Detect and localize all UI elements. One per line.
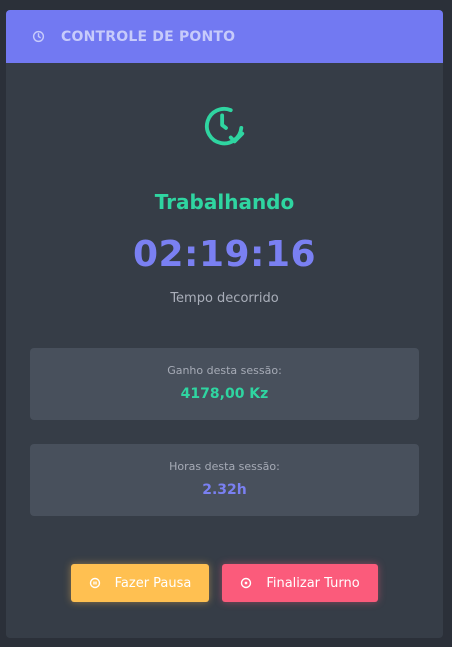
session-earnings-value: 4178,00 Kz <box>180 386 269 402</box>
end-shift-button-label: Finalizar Turno <box>266 575 360 591</box>
card-header: CONTROLE DE PONTO <box>6 10 443 63</box>
clock-check-icon <box>6 103 443 149</box>
clock-icon <box>31 30 45 44</box>
work-status: Trabalhando <box>154 190 295 214</box>
pause-button-label: Fazer Pausa <box>114 575 192 591</box>
pause-button[interactable]: Fazer Pausa <box>71 564 209 602</box>
session-hours-value: 2.32h <box>202 482 247 498</box>
end-shift-button[interactable]: Finalizar Turno <box>222 564 378 602</box>
time-clock-card: CONTROLE DE PONTO Trabalhando 02:19:16 T… <box>6 10 443 638</box>
pause-circle-icon <box>89 577 101 589</box>
session-hours-box: Horas desta sessão: 2.32h <box>30 444 419 516</box>
elapsed-label: Tempo decorrido <box>170 291 279 306</box>
session-earnings-label: Ganho desta sessão: <box>167 364 282 377</box>
session-earnings-box: Ganho desta sessão: 4178,00 Kz <box>30 348 419 420</box>
card-title: CONTROLE DE PONTO <box>61 28 236 45</box>
session-hours-label: Horas desta sessão: <box>169 460 280 473</box>
stop-circle-icon <box>240 577 252 589</box>
elapsed-timer: 02:19:16 <box>132 234 317 275</box>
